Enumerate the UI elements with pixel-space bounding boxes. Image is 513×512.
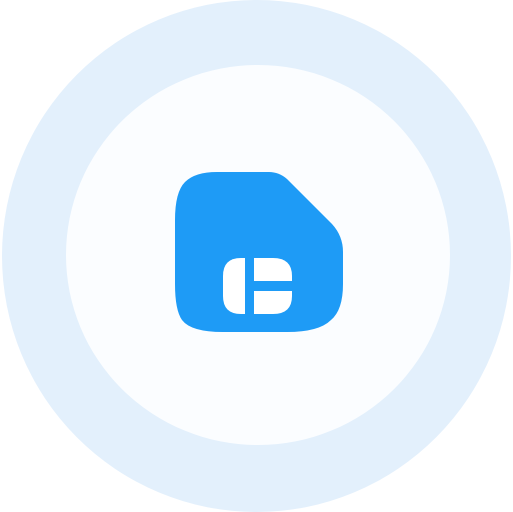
- app-icon-canvas: [0, 0, 513, 512]
- sim-card-icon-svg: [175, 172, 343, 332]
- sim-card-icon[interactable]: [173, 170, 345, 334]
